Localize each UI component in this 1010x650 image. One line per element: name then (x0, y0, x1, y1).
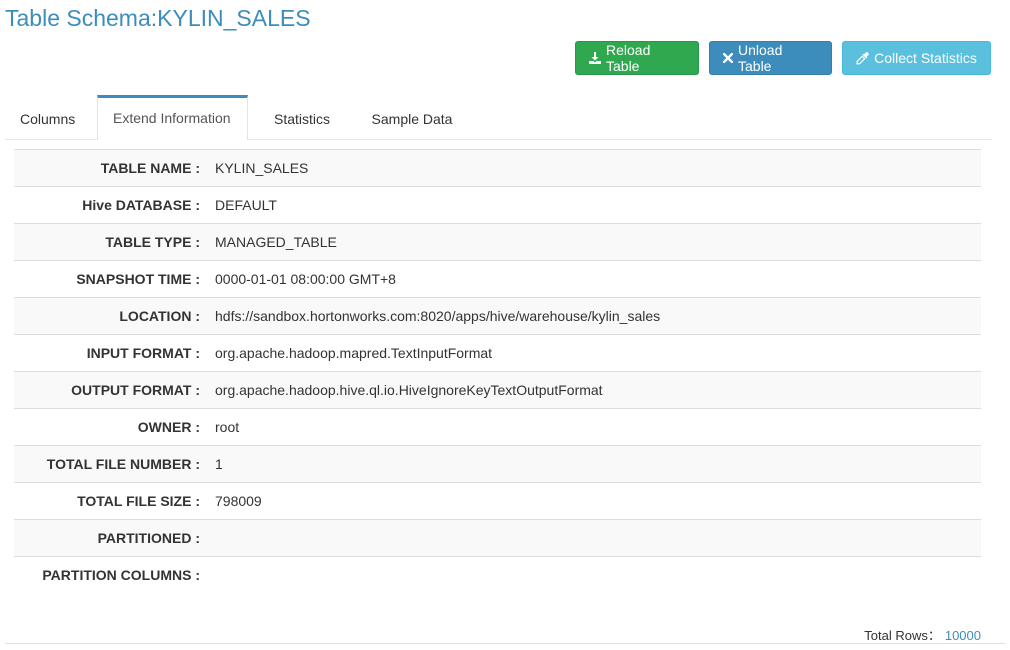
total-rows-value[interactable]: 10000 (945, 628, 981, 643)
row-label: LOCATION : (14, 297, 215, 335)
row-label: OUTPUT FORMAT : (14, 371, 215, 409)
row-label: Hive DATABASE : (14, 186, 215, 224)
eyedropper-icon (856, 51, 869, 65)
row-value: 1 (215, 445, 981, 483)
table-row: TOTAL FILE NUMBER : 1 (14, 445, 981, 483)
extend-information-table: TABLE NAME : KYLIN_SALES Hive DATABASE :… (14, 149, 981, 594)
row-label: OWNER : (14, 408, 215, 446)
row-value (215, 556, 981, 594)
table-row: TABLE NAME : KYLIN_SALES (14, 149, 981, 187)
row-value: root (215, 408, 981, 446)
row-label: PARTITIONED : (14, 519, 215, 557)
row-value: 798009 (215, 482, 981, 520)
row-value: 0000-01-01 08:00:00 GMT+8 (215, 260, 981, 298)
table-row: TOTAL FILE SIZE : 798009 (14, 482, 981, 520)
row-value: org.apache.hadoop.hive.ql.io.HiveIgnoreK… (215, 371, 981, 409)
toolbar: Reload Table Unload Table Collect Statis… (575, 41, 991, 75)
row-value: DEFAULT (215, 186, 981, 224)
reload-table-button[interactable]: Reload Table (575, 41, 699, 75)
download-icon (589, 52, 601, 64)
row-value (215, 519, 981, 557)
table-row: PARTITIONED : (14, 519, 981, 557)
total-rows: Total Rows： 10000 (864, 625, 981, 644)
table-row: TABLE TYPE : MANAGED_TABLE (14, 223, 981, 261)
table-row: LOCATION : hdfs://sandbox.hortonworks.co… (14, 297, 981, 335)
total-rows-label: Total Rows： (864, 628, 941, 643)
row-label: PARTITION COLUMNS : (14, 556, 215, 594)
tab-bar: Columns Extend Information Statistics Sa… (5, 95, 992, 140)
table-row: INPUT FORMAT : org.apache.hadoop.mapred.… (14, 334, 981, 372)
row-value: MANAGED_TABLE (215, 223, 981, 261)
row-label: INPUT FORMAT : (14, 334, 215, 372)
page-title: Table Schema:KYLIN_SALES (5, 5, 311, 31)
row-label: SNAPSHOT TIME : (14, 260, 215, 298)
table-row: OUTPUT FORMAT : org.apache.hadoop.hive.q… (14, 371, 981, 409)
row-label: TOTAL FILE NUMBER : (14, 445, 215, 483)
tab-columns[interactable]: Columns (5, 96, 97, 139)
unload-table-label: Unload Table (738, 42, 783, 74)
divider (5, 643, 1005, 644)
row-label: TABLE NAME : (14, 149, 215, 187)
tab-statistics[interactable]: Statistics (248, 96, 356, 139)
reload-table-label: Reload Table (606, 42, 651, 74)
table-row: Hive DATABASE : DEFAULT (14, 186, 981, 224)
table-schema-page: Table Schema:KYLIN_SALES Reload Table Un… (0, 0, 1010, 650)
unload-table-button[interactable]: Unload Table (709, 41, 832, 75)
row-label: TABLE TYPE : (14, 223, 215, 261)
collect-statistics-label: Collect Statistics (874, 50, 977, 66)
row-label: TOTAL FILE SIZE : (14, 482, 215, 520)
table-row: SNAPSHOT TIME : 0000-01-01 08:00:00 GMT+… (14, 260, 981, 298)
row-value: hdfs://sandbox.hortonworks.com:8020/apps… (215, 297, 981, 335)
table-row: PARTITION COLUMNS : (14, 556, 981, 594)
row-value: org.apache.hadoop.mapred.TextInputFormat (215, 334, 981, 372)
collect-statistics-button[interactable]: Collect Statistics (842, 41, 991, 75)
close-icon (723, 53, 733, 63)
table-row: OWNER : root (14, 408, 981, 446)
tab-sample-data[interactable]: Sample Data (356, 96, 468, 139)
row-value: KYLIN_SALES (215, 149, 981, 187)
tab-extend-information[interactable]: Extend Information (97, 95, 248, 140)
